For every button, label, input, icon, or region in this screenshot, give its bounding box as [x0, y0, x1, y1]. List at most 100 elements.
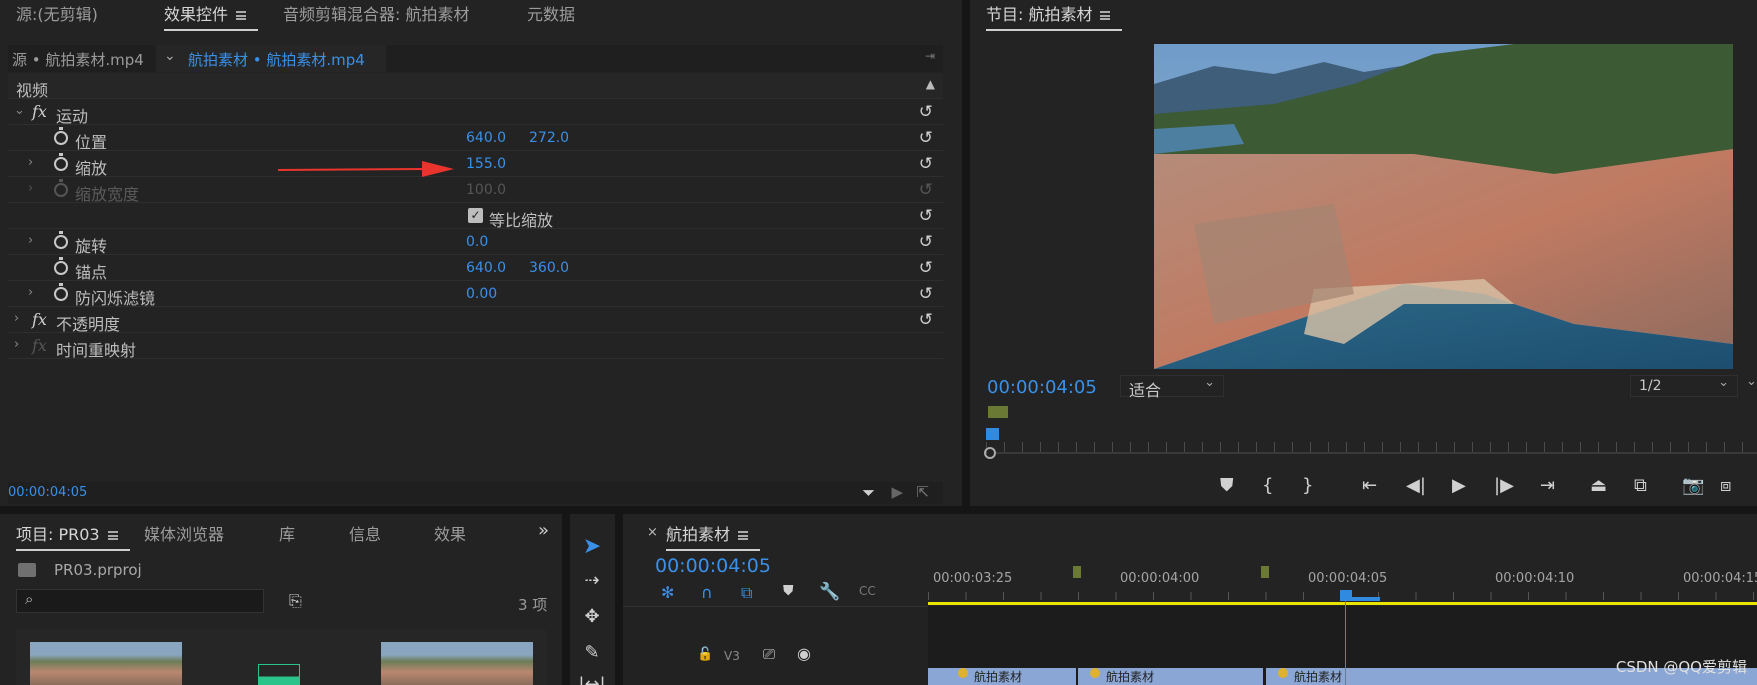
position-x-value[interactable]: 640.0	[466, 130, 506, 146]
effect-opacity[interactable]: › fx 不透明度 ↺	[8, 307, 943, 334]
clip-tab-source[interactable]: 源 • 航拍素材.mp4	[12, 49, 144, 70]
export-icon[interactable]: ⇱	[916, 483, 929, 501]
tab-info[interactable]: 信息	[349, 521, 381, 545]
camera-icon[interactable]: 📷	[1682, 475, 1704, 496]
nest-icon[interactable]: ✻	[661, 583, 674, 602]
captions-icon[interactable]: CC	[859, 584, 876, 598]
panel-divider-vertical[interactable]	[562, 514, 570, 685]
stopwatch-icon[interactable]	[54, 127, 68, 145]
reset-icon[interactable]: ↺	[919, 310, 933, 330]
wrench-icon[interactable]: 🔧	[819, 582, 840, 602]
fit-dropdown[interactable]: 适合 ⌄	[1120, 375, 1224, 400]
lock-icon[interactable]: 🔓	[697, 647, 713, 662]
tab-effect-controls[interactable]: 效果控件	[164, 1, 259, 31]
tab-project[interactable]: 项目: PR03	[16, 521, 130, 551]
effect-motion[interactable]: ⌄ fx 运动 ↺	[8, 99, 943, 126]
add-marker-icon[interactable]: ⛊	[783, 583, 794, 599]
chevron-down-icon[interactable]: ⌄	[164, 48, 176, 64]
resolution-dropdown[interactable]: 1/2 ⌄	[1630, 375, 1738, 397]
panel-divider-vertical[interactable]	[962, 0, 970, 506]
uniform-scale-checkbox[interactable]: ✓	[468, 208, 483, 223]
reset-icon[interactable]: ↺	[919, 128, 933, 148]
ripple-edit-tool-icon[interactable]: ✥	[578, 606, 606, 634]
timeline-playhead[interactable]	[1340, 590, 1352, 600]
reset-icon[interactable]: ↺	[919, 206, 933, 226]
stopwatch-icon[interactable]	[54, 231, 68, 249]
clip[interactable]: 航拍素材	[928, 668, 1076, 685]
linked-selection-icon[interactable]: ⧉	[741, 583, 752, 603]
lift-icon[interactable]: ⏏	[1590, 475, 1607, 496]
chevron-right-icon[interactable]: ›	[14, 311, 19, 326]
extract-icon[interactable]: ⧉	[1634, 475, 1647, 496]
stopwatch-icon[interactable]	[54, 283, 68, 301]
position-y-value[interactable]: 272.0	[529, 130, 569, 146]
chevron-down-icon[interactable]: ⌄	[1746, 374, 1757, 389]
go-to-in-icon[interactable]: ⇤	[1362, 475, 1377, 496]
tab-metadata[interactable]: 元数据	[527, 1, 575, 25]
tab-media-browser[interactable]: 媒体浏览器	[144, 521, 224, 545]
tab-effects[interactable]: 效果	[434, 521, 466, 545]
clip[interactable]: 航拍素材	[1078, 668, 1263, 685]
chevron-down-icon[interactable]: ⌄	[14, 103, 25, 118]
program-playhead[interactable]	[986, 428, 999, 440]
selection-tool-icon[interactable]: ➤	[578, 534, 606, 562]
program-title[interactable]: 节目: 航拍素材	[986, 1, 1124, 31]
close-icon[interactable]: ×	[647, 525, 658, 540]
razor-tool-icon[interactable]: ✎	[578, 642, 606, 670]
stopwatch-icon[interactable]	[54, 257, 68, 275]
new-bin-icon[interactable]: ⎘	[289, 591, 302, 611]
mark-in-icon[interactable]: {	[1262, 475, 1273, 496]
project-search-input[interactable]: ⌕	[16, 589, 264, 613]
tab-source[interactable]: 源:(无剪辑)	[16, 1, 98, 25]
play-icon[interactable]: ▶	[1452, 475, 1466, 496]
eye-icon[interactable]: ◉	[797, 644, 811, 663]
panel-menu-icon[interactable]	[738, 531, 749, 540]
step-back-icon[interactable]: ◀|	[1406, 475, 1426, 496]
filter-icon[interactable]: ⏷	[862, 483, 875, 503]
panel-menu-icon[interactable]	[107, 531, 118, 540]
scale-value[interactable]: 155.0	[466, 156, 506, 172]
compare-icon[interactable]: ⧈	[1720, 475, 1731, 496]
program-zoom-bar[interactable]	[996, 452, 1757, 454]
marker-icon[interactable]	[1261, 566, 1269, 578]
play-audio-icon[interactable]: ▶	[891, 483, 903, 501]
clip-tab-sequence[interactable]: ⌄ 航拍素材 • 航拍素材.mp4	[156, 45, 386, 72]
chevron-right-icon[interactable]: ›	[28, 233, 33, 248]
clip-thumbnail[interactable]	[381, 642, 533, 685]
add-marker-icon[interactable]: ⛊	[1220, 475, 1234, 496]
more-tabs-icon[interactable]: »	[538, 520, 549, 541]
tab-audio-mixer[interactable]: 音频剪辑混合器: 航拍素材	[283, 1, 469, 25]
program-zoom-handle[interactable]	[984, 447, 996, 459]
effect-time-remap[interactable]: › fx 时间重映射	[8, 333, 943, 360]
panel-menu-icon[interactable]	[236, 11, 247, 20]
track-select-tool-icon[interactable]: ⇢	[578, 570, 606, 598]
timeline-title[interactable]: 航拍素材	[666, 521, 761, 551]
fx-icon[interactable]: fx	[32, 310, 47, 329]
reset-icon[interactable]: ↺	[919, 284, 933, 304]
snap-icon[interactable]: ∩	[701, 583, 713, 602]
effect-timecode[interactable]: 00:00:04:05	[8, 485, 87, 500]
reset-icon[interactable]: ↺	[919, 102, 933, 122]
program-timecode[interactable]: 00:00:04:05	[987, 377, 1097, 398]
reset-icon[interactable]: ↺	[919, 232, 933, 252]
stopwatch-icon[interactable]	[54, 153, 68, 171]
audio-thumbnail[interactable]	[258, 664, 300, 685]
anchor-x-value[interactable]: 640.0	[466, 260, 506, 276]
reset-icon[interactable]: ↺	[919, 258, 933, 278]
panel-divider-horizontal[interactable]	[0, 506, 1757, 514]
mark-out-icon[interactable]: }	[1302, 475, 1313, 496]
scroll-up-icon[interactable]: ▲	[926, 77, 935, 91]
tab-library[interactable]: 库	[279, 521, 295, 545]
fx-icon[interactable]: fx	[32, 102, 47, 121]
chevron-right-icon[interactable]: ›	[14, 337, 19, 352]
go-to-out-icon[interactable]: ⇥	[1540, 475, 1555, 496]
rotation-value[interactable]: 0.0	[466, 234, 488, 250]
chevron-right-icon[interactable]: ›	[28, 155, 33, 170]
work-area-bar[interactable]	[928, 602, 1757, 605]
chevron-right-icon[interactable]: ›	[28, 285, 33, 300]
panel-divider-vertical[interactable]	[615, 514, 623, 685]
timeline-timecode[interactable]: 00:00:04:05	[655, 555, 771, 577]
panel-collapse-icon[interactable]: ⇥	[925, 49, 935, 63]
clip-thumbnail[interactable]	[30, 642, 182, 685]
step-forward-icon[interactable]: |▶	[1494, 475, 1514, 496]
